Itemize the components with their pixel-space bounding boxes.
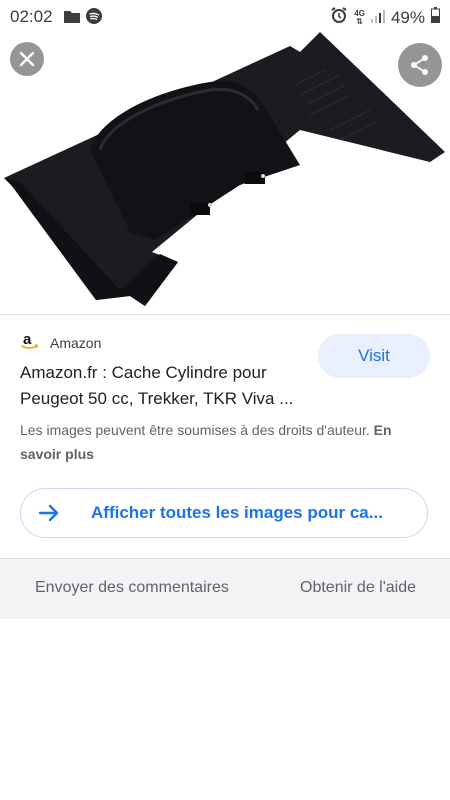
share-button[interactable] — [398, 43, 442, 87]
source-name: Amazon — [50, 334, 102, 351]
footer: Envoyer des commentaires Obtenir de l'ai… — [0, 558, 450, 619]
close-icon — [19, 51, 35, 67]
battery-percent: 49% — [390, 7, 425, 27]
show-all-images-label: Afficher toutes les images pour ca... — [91, 503, 383, 522]
show-all-images-button[interactable]: Afficher toutes les images pour ca... — [20, 488, 428, 538]
svg-text:a: a — [23, 331, 32, 348]
image-viewer[interactable] — [0, 32, 450, 314]
battery-icon — [431, 7, 440, 28]
status-time: 02:02 — [10, 7, 53, 26]
data-arrows-icon: ⇅ — [356, 16, 363, 26]
close-button[interactable] — [10, 42, 44, 76]
folder-icon — [64, 10, 80, 28]
divider — [0, 314, 450, 315]
visit-button[interactable]: Visit — [318, 334, 430, 378]
arrow-right-icon — [38, 504, 59, 522]
source-row[interactable]: a Amazon — [20, 330, 101, 355]
spotify-icon — [86, 8, 102, 29]
product-image — [4, 32, 445, 306]
signal-icon — [370, 8, 385, 28]
result-title-link[interactable]: Amazon.fr : Cache Cylindre pour Peugeot … — [20, 360, 310, 412]
alarm-icon — [330, 6, 348, 29]
status-bar: 02:02 4G ⇅ 49% — [0, 0, 450, 32]
get-help-link[interactable]: Obtenir de l'aide — [300, 579, 416, 597]
network-type: 4G ⇅ — [354, 8, 365, 26]
copyright-notice: Les images peuvent être soumises à des d… — [20, 422, 392, 462]
amazon-logo-icon: a — [20, 330, 40, 355]
share-icon — [411, 55, 428, 75]
send-feedback-link[interactable]: Envoyer des commentaires — [35, 579, 229, 597]
